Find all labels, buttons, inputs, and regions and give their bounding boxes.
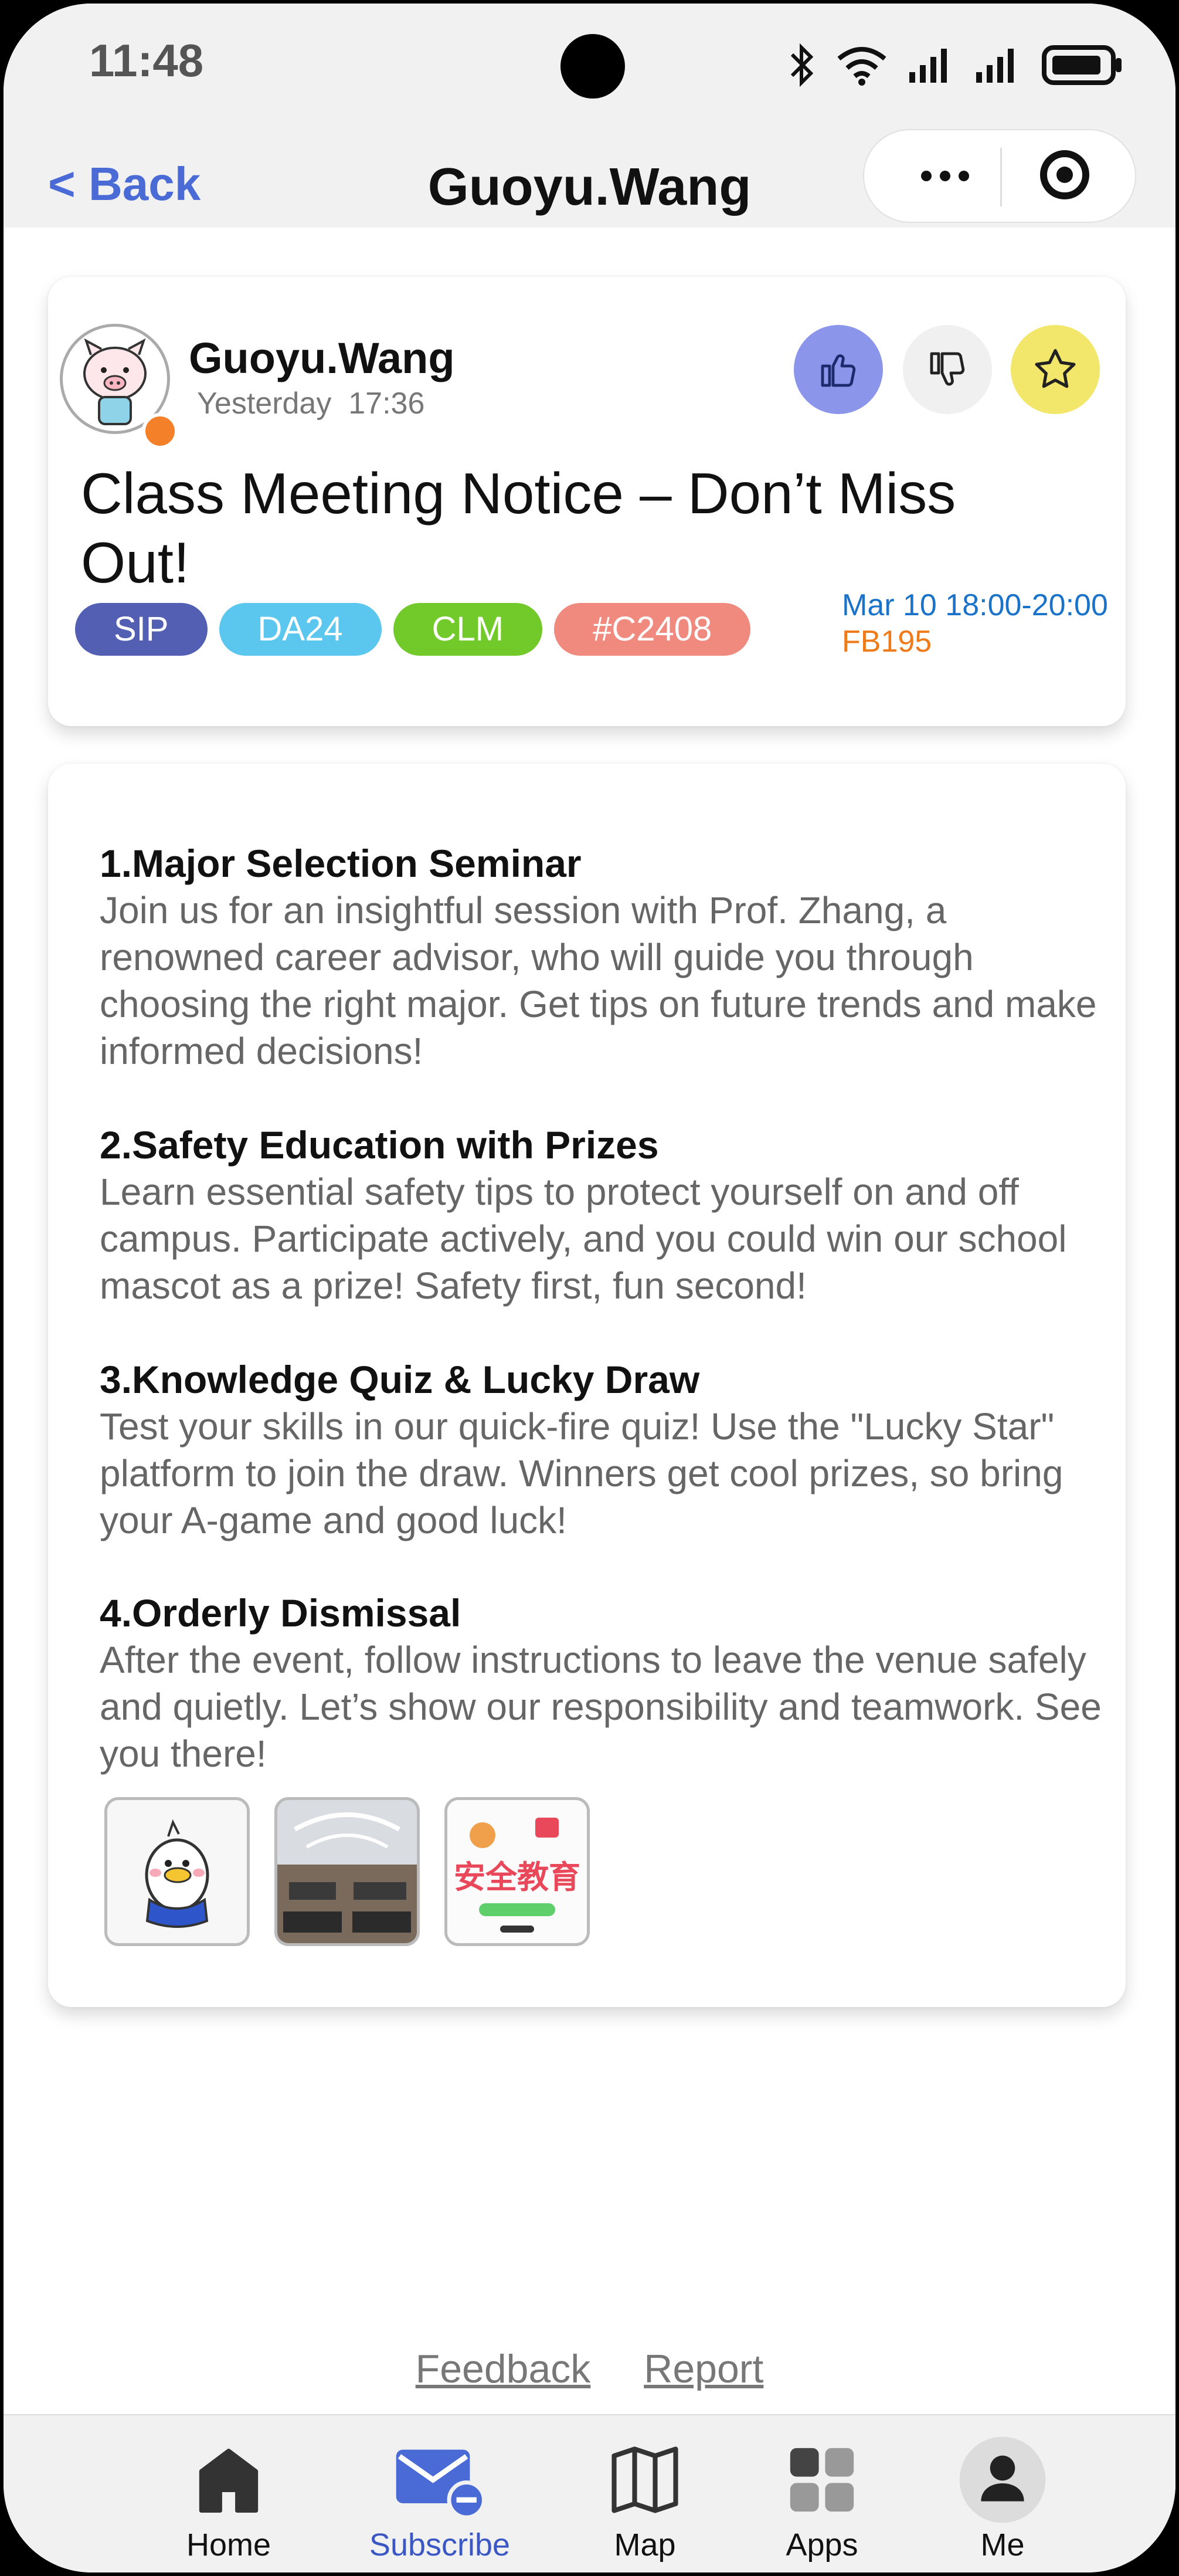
signal-icon [909,49,947,83]
phone-screen: 11:48 < Back Guoyu.Wang Guoyu.Wang Yeste… [4,4,1175,2572]
miniapp-capsule [863,129,1136,223]
section-title: 4.Orderly Dismissal [100,1591,461,1635]
status-bar: 11:48 [4,4,1175,133]
favorite-button[interactable] [1011,325,1100,414]
signal-icon [976,49,1014,83]
section-body: Test your skills in our quick-fire quiz!… [100,1405,1064,1541]
feedback-link[interactable]: Feedback [416,2347,591,2391]
section-title: 2.Safety Education with Prizes [100,1123,659,1167]
thumbs-up-icon [821,354,856,387]
close-miniapp-icon[interactable] [1040,150,1089,199]
navigation-bar: < Back Guoyu.Wang [4,121,1175,228]
status-icons [789,39,1124,91]
thumbs-down-icon [930,352,965,386]
image-gallery: 安全教育 [104,1797,590,1946]
dislike-button[interactable] [903,325,992,414]
safety-education-image: 安全教育 [447,1800,587,1943]
home-icon [199,2448,259,2513]
event-time: Mar 10 18:00-20:00 [842,588,1108,622]
section-title: 1.Major Selection Seminar [100,842,582,885]
tab-label: Map [614,2527,676,2563]
wifi-icon [837,47,886,86]
author-name[interactable]: Guoyu.Wang [189,333,455,383]
star-icon [1035,349,1076,388]
tab-label: Subscribe [369,2527,511,2563]
content-section: 2.Safety Education with Prizes Learn ess… [100,1121,1108,1309]
post-time: 17:36 [348,387,425,421]
battery-icon [1042,45,1122,85]
capsule-divider [1000,148,1002,206]
tab-apps[interactable]: Apps [746,2433,898,2563]
meeting-room-image [277,1800,417,1943]
tab-label: Apps [786,2527,858,2563]
duck-mascot-image [107,1800,247,1943]
tab-map[interactable]: Map [569,2433,721,2563]
tag-class[interactable]: #C2408 [554,603,751,656]
user-icon [959,2436,1046,2523]
apps-icon [790,2448,854,2512]
more-options-icon[interactable] [904,147,986,205]
tab-home[interactable]: Home [152,2433,305,2563]
content-section: 1.Major Selection Seminar Join us for an… [100,840,1108,1075]
footer-links: Feedback Report [4,2346,1175,2392]
online-status-dot [142,413,178,449]
post-day: Yesterday [197,387,332,421]
post-header-card: Guoyu.Wang Yesterday 17:36 Class Meeting… [48,277,1126,726]
section-body: Join us for an insightful session with P… [100,889,1097,1072]
meeting-room-thumbnail[interactable] [274,1797,420,1946]
post-content-card: 1.Major Selection Seminar Join us for an… [48,764,1126,2007]
bluetooth-icon [790,43,814,87]
tag-list: SIP DA24 CLM #C2408 [75,603,751,656]
tag-sip[interactable]: SIP [75,603,208,656]
like-button[interactable] [794,325,883,414]
report-link[interactable]: Report [644,2347,763,2391]
content-section: 4.Orderly Dismissal After the event, fol… [100,1589,1108,1777]
map-icon [611,2446,678,2513]
tab-label: Me [980,2527,1025,2563]
tag-da24[interactable]: DA24 [219,603,382,656]
safety-education-text: 安全教育 [454,1859,580,1896]
tab-subscribe[interactable]: Subscribe [363,2433,516,2563]
tag-clm[interactable]: CLM [393,603,543,656]
status-time: 11:48 [89,35,204,86]
section-title: 3.Knowledge Quiz & Lucky Draw [100,1358,700,1401]
content-section: 3.Knowledge Quiz & Lucky Draw Test your … [100,1356,1108,1544]
tab-bar: Home Subscribe Map Apps Me [4,2414,1175,2572]
tab-label: Home [186,2527,271,2563]
post-timestamp: Yesterday 17:36 [197,386,424,421]
section-body: After the event, follow instructions to … [100,1639,1102,1775]
tab-me[interactable]: Me [926,2433,1079,2563]
mail-icon [396,2449,486,2520]
section-body: Learn essential safety tips to protect y… [100,1171,1067,1307]
post-title: Class Meeting Notice – Don’t Miss Out! [81,461,956,595]
event-location: FB195 [842,625,932,659]
mascot-thumbnail[interactable] [104,1797,250,1946]
safety-education-thumbnail[interactable]: 安全教育 [444,1797,590,1946]
front-camera [560,34,625,99]
